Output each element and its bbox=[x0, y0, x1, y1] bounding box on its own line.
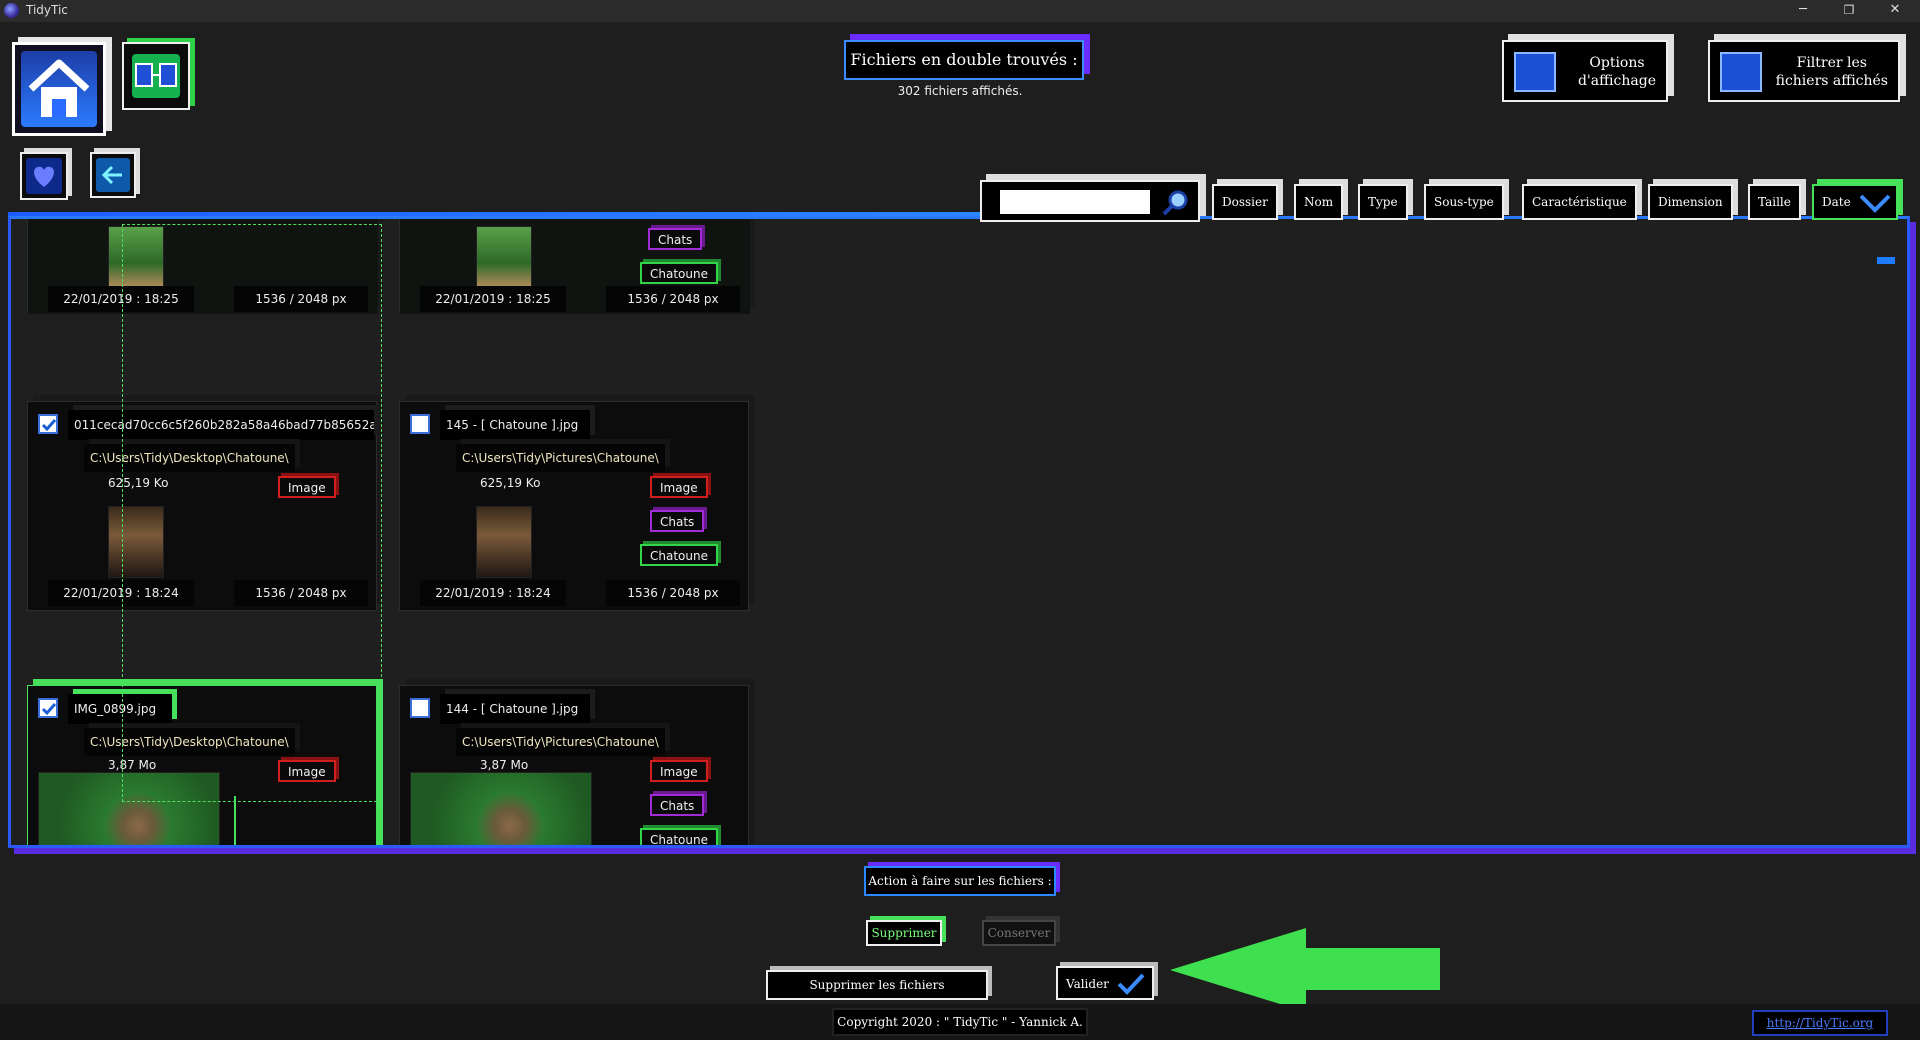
tag-chatoune: Chatoune bbox=[640, 544, 718, 566]
tag-chats: Chats bbox=[650, 794, 705, 816]
validate-button[interactable]: Valider bbox=[1056, 966, 1154, 1000]
tag-chatoune: Chatoune bbox=[640, 262, 718, 284]
chevron-down-icon bbox=[1859, 194, 1891, 213]
home-button[interactable] bbox=[12, 42, 106, 136]
sort-date-label: Date bbox=[1822, 195, 1851, 209]
search-input[interactable] bbox=[1000, 190, 1150, 214]
favorites-button[interactable] bbox=[20, 152, 68, 200]
file-thumbnail bbox=[476, 506, 532, 578]
delete-option-button[interactable]: Supprimer bbox=[866, 920, 942, 946]
card-divider bbox=[234, 796, 236, 845]
file-checkbox[interactable] bbox=[410, 698, 430, 718]
files-count: 302 fichiers affichés. bbox=[897, 84, 1023, 98]
filter-files-icon bbox=[1720, 52, 1762, 92]
file-path: C:\Users\Tidy\Pictures\Chatoune\ bbox=[456, 444, 665, 472]
sort-dimension-button[interactable]: Dimension bbox=[1648, 184, 1733, 220]
window-title: TidyTic bbox=[26, 3, 68, 17]
file-thumbnail bbox=[476, 226, 532, 288]
duplicates-icon bbox=[132, 54, 180, 98]
sort-nom-button[interactable]: Nom bbox=[1294, 184, 1344, 220]
file-card[interactable]: Chats Chatoune 22/01/2019 : 18:25 1536 /… bbox=[399, 219, 750, 314]
display-settings-icon bbox=[1514, 52, 1556, 92]
search-icon[interactable] bbox=[1160, 188, 1190, 218]
arrow-left-icon bbox=[1170, 928, 1440, 1012]
tag-chatoune: Chatoune bbox=[640, 828, 718, 845]
tag-image: Image bbox=[650, 760, 708, 782]
sort-dossier-button[interactable]: Dossier bbox=[1212, 184, 1278, 220]
arrow-left-icon bbox=[96, 158, 130, 192]
file-checkbox[interactable] bbox=[38, 414, 58, 434]
sort-soustype-button[interactable]: Sous-type bbox=[1424, 184, 1504, 220]
file-card[interactable]: 144 - [ Chatoune ].jpg C:\Users\Tidy\Pic… bbox=[399, 685, 749, 845]
file-dimensions: 1536 / 2048 px bbox=[606, 286, 740, 312]
scroll-indicator[interactable] bbox=[1877, 257, 1895, 264]
app-logo-icon bbox=[4, 3, 19, 18]
file-size: 625,19 Ko bbox=[480, 476, 541, 490]
copyright-text: Copyright 2020 : " TidyTic " - Yannick A… bbox=[832, 1008, 1088, 1036]
duplicates-button[interactable] bbox=[122, 42, 190, 110]
file-card[interactable]: 145 - [ Chatoune ].jpg C:\Users\Tidy\Pic… bbox=[399, 401, 749, 611]
selection-rectangle bbox=[122, 224, 382, 802]
display-options-button[interactable]: Options d'affichage bbox=[1502, 40, 1668, 102]
sort-caracteristique-button[interactable]: Caractéristique bbox=[1522, 184, 1637, 220]
display-options-label: Options d'affichage bbox=[1577, 55, 1656, 89]
title-bar bbox=[0, 0, 1920, 22]
tag-image: Image bbox=[650, 476, 708, 498]
sort-date-button[interactable]: Date bbox=[1812, 184, 1898, 220]
validate-label: Valider bbox=[1066, 977, 1109, 991]
file-name: 145 - [ Chatoune ].jpg bbox=[440, 410, 590, 440]
file-dimensions: 1536 / 2048 px bbox=[606, 580, 740, 606]
file-checkbox[interactable] bbox=[410, 414, 430, 434]
page-title: Fichiers en double trouvés : bbox=[844, 40, 1084, 80]
tag-chats: Chats bbox=[650, 510, 705, 532]
home-icon bbox=[21, 51, 97, 127]
file-size: 3,87 Mo bbox=[480, 758, 529, 772]
back-button[interactable] bbox=[90, 152, 136, 198]
sort-taille-button[interactable]: Taille bbox=[1748, 184, 1801, 220]
sort-type-button[interactable]: Type bbox=[1358, 184, 1408, 220]
action-description: Supprimer les fichiers sélectionnés. bbox=[766, 970, 988, 1018]
minimize-button[interactable]: ─ bbox=[1780, 0, 1826, 22]
file-checkbox[interactable] bbox=[38, 698, 58, 718]
keep-option-button[interactable]: Conserver bbox=[982, 920, 1056, 946]
heart-icon bbox=[26, 158, 62, 194]
file-path: C:\Users\Tidy\Pictures\Chatoune\ bbox=[456, 728, 665, 756]
tag-chats: Chats bbox=[648, 228, 703, 250]
checkmark-icon bbox=[1117, 973, 1145, 995]
file-thumbnail bbox=[410, 772, 592, 845]
restore-button[interactable]: ❐ bbox=[1826, 0, 1872, 22]
file-date: 22/01/2019 : 18:25 bbox=[420, 286, 566, 312]
filter-files-label: Filtrer les fichiers affichés bbox=[1775, 55, 1888, 89]
action-label: Action à faire sur les fichiers : bbox=[864, 866, 1056, 896]
filter-files-button[interactable]: Filtrer les fichiers affichés bbox=[1708, 40, 1900, 102]
file-name: 144 - [ Chatoune ].jpg bbox=[440, 694, 590, 724]
close-button[interactable]: ✕ bbox=[1872, 0, 1918, 22]
search-box[interactable] bbox=[980, 180, 1200, 222]
website-link[interactable]: http://TidyTic.org bbox=[1752, 1010, 1888, 1036]
file-date: 22/01/2019 : 18:24 bbox=[420, 580, 566, 606]
